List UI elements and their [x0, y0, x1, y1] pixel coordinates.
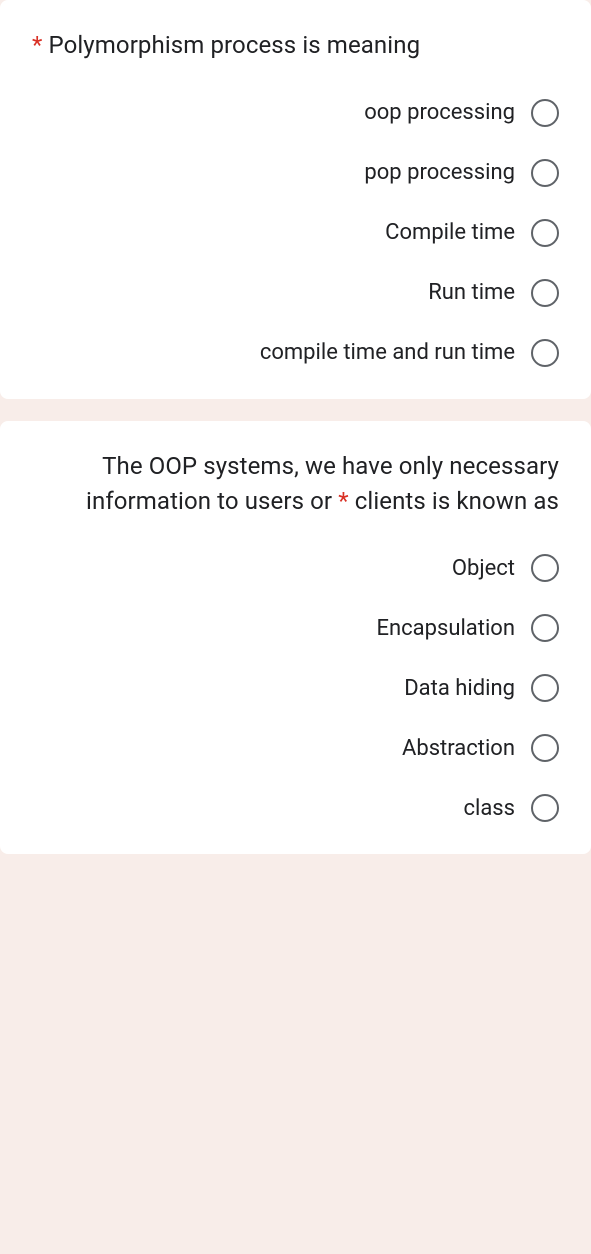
- radio-icon: [531, 339, 559, 367]
- required-asterisk: *: [338, 487, 348, 515]
- option-encapsulation[interactable]: Encapsulation: [32, 614, 559, 642]
- question-2-text: The OOP systems, we have only necessary …: [32, 449, 559, 519]
- question-card-2: The OOP systems, we have only necessary …: [0, 421, 591, 855]
- option-label: Data hiding: [404, 676, 515, 701]
- option-label: Abstraction: [402, 736, 515, 761]
- radio-icon: [531, 794, 559, 822]
- option-pop-processing[interactable]: pop processing: [32, 159, 559, 187]
- radio-icon: [531, 219, 559, 247]
- option-label: Run time: [428, 280, 515, 305]
- option-object[interactable]: Object: [32, 554, 559, 582]
- radio-icon: [531, 99, 559, 127]
- radio-icon: [531, 674, 559, 702]
- option-run-time[interactable]: Run time: [32, 279, 559, 307]
- option-data-hiding[interactable]: Data hiding: [32, 674, 559, 702]
- radio-icon: [531, 734, 559, 762]
- question-card-1: * Polymorphism process is meaning oop pr…: [0, 0, 591, 399]
- option-label: Encapsulation: [376, 616, 515, 641]
- option-compile-and-run-time[interactable]: compile time and run time: [32, 339, 559, 367]
- option-label: pop processing: [364, 160, 515, 185]
- option-label: Compile time: [385, 220, 515, 245]
- option-abstraction[interactable]: Abstraction: [32, 734, 559, 762]
- option-label: compile time and run time: [260, 340, 515, 365]
- radio-icon: [531, 159, 559, 187]
- question-1-content: Polymorphism process is meaning: [49, 31, 421, 59]
- question-1-text: * Polymorphism process is meaning: [32, 28, 559, 63]
- question-1-options: oop processing pop processing Compile ti…: [32, 99, 559, 367]
- question-2-options: Object Encapsulation Data hiding Abstrac…: [32, 554, 559, 822]
- radio-icon: [531, 554, 559, 582]
- option-label: class: [463, 796, 515, 821]
- radio-icon: [531, 279, 559, 307]
- option-label: Object: [452, 556, 515, 581]
- option-compile-time[interactable]: Compile time: [32, 219, 559, 247]
- radio-icon: [531, 614, 559, 642]
- option-label: oop processing: [364, 100, 515, 125]
- option-oop-processing[interactable]: oop processing: [32, 99, 559, 127]
- required-asterisk: *: [32, 31, 42, 59]
- question-2-content-after: clients is known as: [355, 487, 559, 515]
- option-class[interactable]: class: [32, 794, 559, 822]
